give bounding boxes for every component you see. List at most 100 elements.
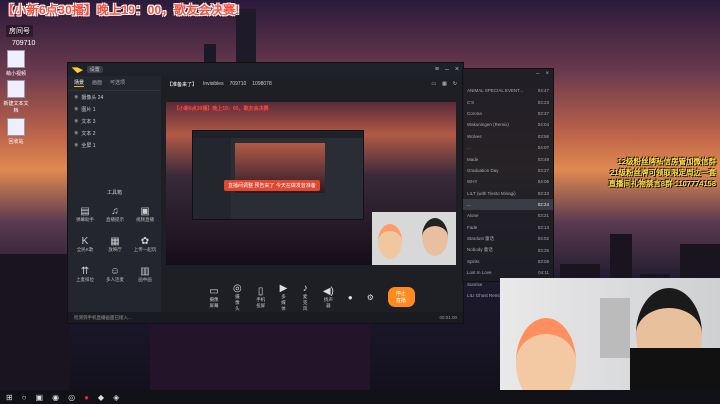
media-button[interactable]: ▶ 多媒体 — [280, 283, 288, 312]
track-duration: 03:37 — [537, 110, 549, 116]
eye-icon[interactable]: ◉ — [74, 106, 78, 112]
track-title: Wolves — [467, 133, 482, 139]
person-1 — [516, 318, 576, 390]
refresh-icon[interactable]: ↻ — [453, 81, 457, 87]
tool-danmaku[interactable]: ▤ 弹幕助手 — [70, 206, 100, 223]
sidebar-tabs: 场景 画面 可选项 — [68, 76, 161, 91]
playlist-row[interactable]: ANIMAL SPECIAL EVENT... 04:47 — [463, 85, 553, 96]
fans-count: 1098078 — [252, 81, 272, 87]
scene-item[interactable]: ◉ 图片 1 — [68, 103, 161, 115]
settings-icon[interactable]: ⚙ — [367, 293, 374, 302]
close-icon[interactable]: × — [545, 71, 549, 83]
track-title: LILT (with Tiesto Minagi) — [467, 190, 516, 196]
tool-pip[interactable]: ▥ 画中画 — [130, 266, 160, 283]
track-title: Graduation Day — [467, 167, 499, 173]
skyline-building — [0, 254, 70, 404]
playlist-row[interactable]: Stardust 童话 04:02 — [463, 233, 553, 244]
tool-video[interactable]: ▣ 视频直播 — [130, 206, 160, 223]
playlist-row[interactable]: Nobody 童话 03:25 — [463, 244, 553, 255]
tool-karaoke[interactable]: K 全民K歌 — [70, 236, 100, 253]
desktop-icon-textdoc[interactable]: 新建文本文档 — [2, 80, 30, 114]
playlist-row[interactable]: Alone 03:21 — [463, 210, 553, 221]
app-icon[interactable]: ◈ — [113, 393, 119, 402]
windows-icon[interactable]: ⊞ — [6, 393, 13, 402]
browser-icon[interactable]: ◉ — [52, 393, 59, 402]
minimize-icon[interactable]: – — [445, 66, 449, 73]
close-icon[interactable]: × — [455, 66, 459, 73]
track-duration: 03:33 — [537, 190, 549, 196]
go-live-button[interactable]: 停止直播 — [387, 287, 415, 307]
window-controls: ≡ – × — [435, 66, 459, 73]
playlist-row[interactable]: Graduation Day 03:27 — [463, 165, 553, 176]
users-icon: ☺ — [109, 266, 121, 277]
pip-icon: ▥ — [140, 266, 150, 277]
play-icon: ▶ — [279, 282, 288, 294]
grid-icon[interactable]: ▦ — [442, 81, 447, 87]
track-duration: 03:48 — [537, 156, 549, 162]
person-2 — [422, 218, 448, 256]
desktop-icon-recycle[interactable]: 回收站 — [2, 118, 30, 145]
preview-tools: ▭ ▦ ↻ — [431, 81, 457, 87]
playlist-row[interactable]: ... 04:07 — [463, 142, 553, 153]
steam-icon[interactable]: ◎ — [68, 393, 75, 402]
menu-icon[interactable]: ≡ — [435, 66, 439, 73]
playlist-row[interactable]: ... 02:24 — [463, 198, 553, 211]
playlist-row[interactable]: Made 03:48 — [463, 153, 553, 164]
camera-button[interactable]: ◎ 摄像头 — [233, 283, 242, 312]
track-duration: 03:08 — [537, 259, 549, 265]
settings-button[interactable]: 设置 — [86, 66, 103, 73]
eye-icon[interactable]: ◉ — [74, 94, 78, 100]
track-title: ... — [467, 145, 471, 151]
stream-preview[interactable]: 【小新6点30播】晚上19：00，歌友会决赛 直播间调整 预告来了 今天在做发音… — [166, 102, 456, 265]
track-duration: 04:11 — [538, 270, 549, 276]
room-label: 房间号 — [6, 25, 33, 37]
room-title[interactable]: 【准备来了】 — [167, 81, 197, 88]
playlist-row[interactable]: Wakuningen (Remix) 04:04 — [463, 119, 553, 130]
speaker-button[interactable]: ◀) 扬声器 — [323, 286, 334, 309]
main-area: 【准备来了】 Invisibles 709710 1098078 ▭ ▦ ↻ 【… — [161, 76, 463, 323]
record-icon[interactable]: ● — [348, 293, 353, 302]
playlist-row[interactable]: LILT (with Tiesto Minagi) 03:33 — [463, 188, 553, 199]
playlist-row[interactable]: Corona 03:37 — [463, 108, 553, 119]
minimize-icon[interactable]: – — [536, 71, 539, 83]
phone-cast-button[interactable]: ▯ 手机投屏 — [256, 286, 266, 309]
music-icon[interactable]: ● — [84, 393, 89, 402]
tool-tips[interactable]: ♫ 直播提示 — [100, 206, 130, 223]
fan-notice-line-2: 21级粉丝牌可领取限定周边一套 — [610, 168, 716, 177]
app-icon[interactable]: ◆ — [98, 393, 104, 402]
playlist-row[interactable]: WHY 04:06 — [463, 176, 553, 187]
playlist-row[interactable]: Wolves 03:56 — [463, 131, 553, 142]
room-info-bar: 【准备来了】 Invisibles 709710 1098078 ▭ ▦ ↻ — [161, 76, 463, 92]
tool-queue[interactable]: ⇈ 上麦排位 — [70, 266, 100, 283]
eye-icon[interactable]: ◉ — [74, 142, 78, 148]
gamepad-icon: ✿ — [140, 236, 150, 247]
tab-canvas[interactable]: 画面 — [92, 79, 102, 87]
track-duration: 04:06 — [537, 179, 549, 185]
layout-icon[interactable]: ▭ — [431, 81, 436, 87]
playlist-row[interactable]: Spirits 03:08 — [463, 256, 553, 267]
tool-cinema[interactable]: ▦ 放映厅 — [100, 236, 130, 253]
playlist-row[interactable]: C'S 03:23 — [463, 96, 553, 107]
scene-item[interactable]: ◉ 摄像头 24 — [68, 91, 161, 103]
track-title: ... — [467, 202, 471, 208]
tab-scenes[interactable]: 场景 — [74, 79, 85, 87]
scene-item[interactable]: ◉ 文本 3 — [68, 115, 161, 127]
eye-icon[interactable]: ◉ — [74, 130, 78, 136]
folder-icon[interactable]: ▣ — [36, 393, 44, 402]
tool-multi-mic[interactable]: ☺ 多人连麦 — [100, 266, 130, 283]
camera-preview — [372, 212, 456, 265]
search-icon[interactable]: ○ — [22, 393, 27, 402]
tool-play[interactable]: ✿ 上传一起玩 — [130, 236, 160, 253]
eye-icon[interactable]: ◉ — [74, 118, 78, 124]
scene-item[interactable]: ◉ 文本 2 — [68, 127, 161, 139]
file-icon — [7, 80, 25, 98]
desktop-icon-video[interactable]: 萌小视频 — [2, 50, 30, 77]
scene-item[interactable]: ◉ 全屏 1 — [68, 139, 161, 151]
playlist-row[interactable]: Lost In Love 04:11 — [463, 267, 553, 278]
track-title: Made — [467, 156, 479, 162]
tab-options[interactable]: 可选项 — [110, 79, 125, 87]
microphone-button[interactable]: ♪ 麦克风 — [301, 283, 308, 312]
playlist-row[interactable]: Fade 03:13 — [463, 222, 553, 233]
notice-bar: 直播间调整 预告来了 今天在做发音准备 — [224, 180, 320, 191]
screen-capture-button[interactable]: ▭ 摄像屏幕 — [209, 286, 219, 309]
